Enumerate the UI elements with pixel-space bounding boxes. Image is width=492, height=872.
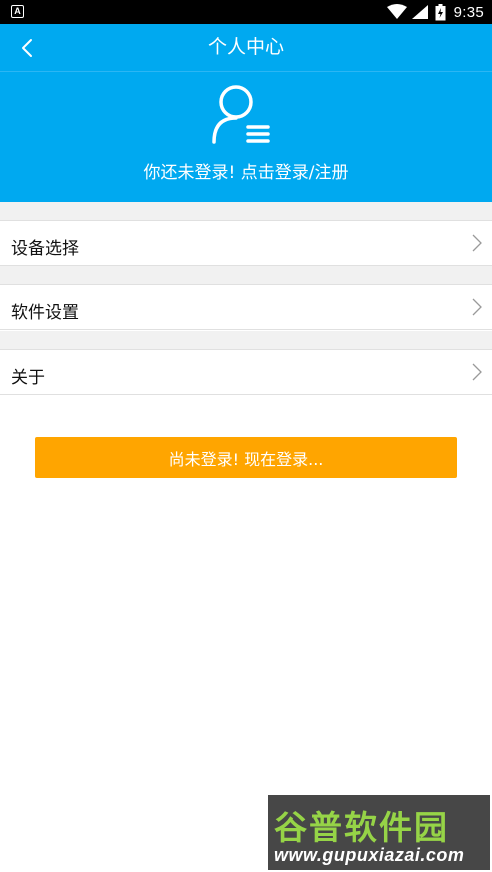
page-title: 个人中心 — [207, 36, 284, 58]
notification-icon: A — [11, 5, 24, 18]
menu-item-label: 软件设置 — [11, 303, 79, 323]
section-gap — [0, 331, 492, 349]
user-list-icon — [212, 85, 270, 144]
chevron-right-icon — [472, 363, 482, 381]
status-time: 9:35 — [453, 3, 484, 21]
section-gap — [0, 266, 492, 284]
menu-item-label: 设备选择 — [11, 239, 79, 259]
signal-icon — [411, 5, 428, 19]
chevron-right-icon — [472, 298, 482, 316]
menu-item-device-select[interactable]: 设备选择 — [0, 220, 492, 266]
back-button[interactable] — [12, 33, 42, 63]
login-button[interactable]: 尚未登录! 现在登录... — [35, 437, 457, 478]
menu-item-label: 关于 — [11, 368, 45, 388]
watermark: 谷普软件园 www.gupuxiazai.com — [268, 795, 490, 870]
chevron-left-icon — [22, 39, 32, 57]
status-icons: 9:35 — [386, 0, 484, 24]
login-prompt[interactable]: 你还未登录! 点击登录/注册 — [0, 158, 492, 183]
wifi-icon — [386, 4, 407, 19]
chevron-right-icon — [472, 234, 482, 252]
status-bar: A 9:35 — [0, 0, 492, 24]
title-bar: 个人中心 — [0, 24, 492, 71]
section-gap — [0, 202, 492, 220]
battery-icon — [435, 3, 446, 20]
profile-header[interactable]: 你还未登录! 点击登录/注册 — [0, 72, 492, 202]
watermark-title: 谷普软件园 — [274, 808, 449, 847]
watermark-url: www.gupuxiazai.com — [274, 845, 465, 865]
menu-item-about[interactable]: 关于 — [0, 349, 492, 395]
menu-item-software-settings[interactable]: 软件设置 — [0, 284, 492, 330]
